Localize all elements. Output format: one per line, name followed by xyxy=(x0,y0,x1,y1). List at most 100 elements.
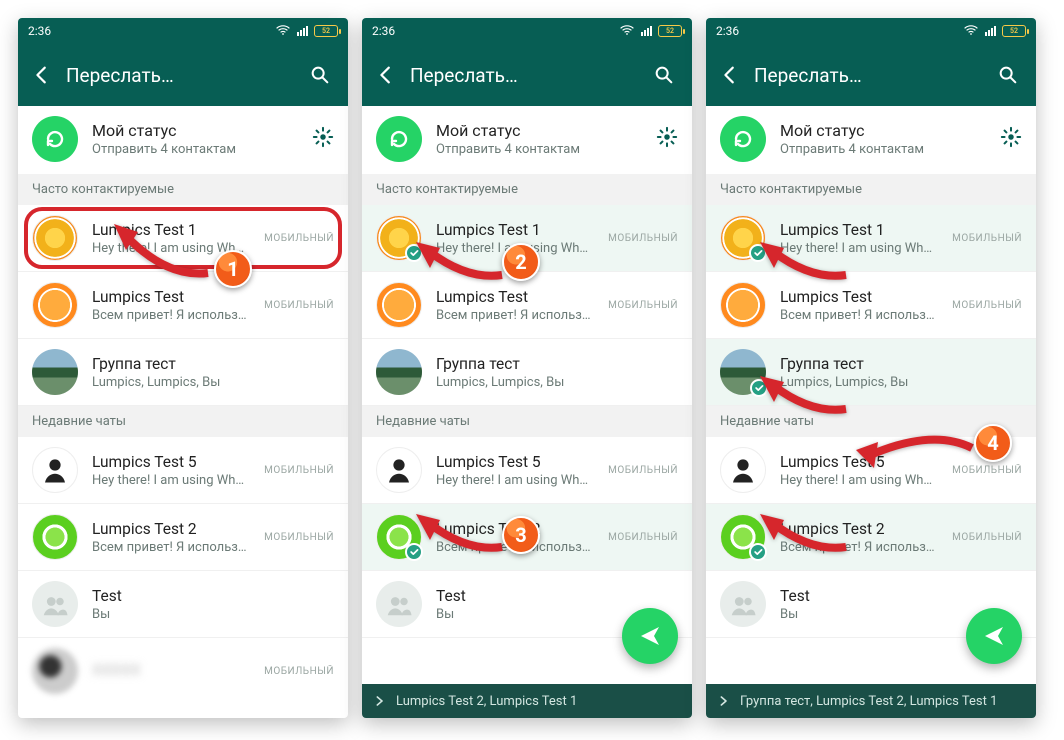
contact-name: Lumpics Test xyxy=(92,288,250,306)
section-frequent: Часто контактируемые xyxy=(706,174,1036,205)
avatar xyxy=(720,581,766,627)
avatar xyxy=(376,581,422,627)
contact-tag: МОБИЛЬНЫЙ xyxy=(952,300,1022,311)
phone-2: 2:36 52 Переслать… Мой статус Отправить … xyxy=(362,18,692,718)
contact-row-group-test[interactable]: Группа тест Lumpics, Lumpics, Вы xyxy=(362,339,692,406)
phone-3: 2:36 52 Переслать… Мой статус Отправить … xyxy=(706,18,1036,718)
contact-name: Группа тест xyxy=(780,355,1022,373)
annotation-badge-1: 1 xyxy=(214,250,252,288)
avatar xyxy=(720,447,766,493)
contact-status: Hey there! I am using WhatsApp. xyxy=(436,473,594,488)
signal-icon xyxy=(297,26,308,36)
contact-row-lumpics-test-5[interactable]: Lumpics Test 5 Hey there! I am using Wha… xyxy=(362,437,692,504)
status-title: Мой статус xyxy=(436,121,642,140)
contact-status: Lumpics, Lumpics, Вы xyxy=(92,375,334,390)
contact-tag: МОБИЛЬНЫЙ xyxy=(608,233,678,244)
status-subtitle: Отправить 4 контактам xyxy=(780,142,986,157)
chevron-right-icon xyxy=(716,693,732,709)
avatar xyxy=(32,349,78,395)
app-bar: Переслать… xyxy=(362,44,692,106)
contact-status: Всем привет! Я использую WhatsApp. xyxy=(436,308,594,323)
contact-tag: МОБИЛЬНЫЙ xyxy=(608,300,678,311)
avatar xyxy=(376,349,422,395)
my-status-row[interactable]: Мой статус Отправить 4 контактам xyxy=(362,106,692,174)
status-settings-button[interactable] xyxy=(1000,126,1022,152)
selection-text: Lumpics Test 2, Lumpics Test 1 xyxy=(396,694,577,709)
avatar xyxy=(32,648,78,694)
status-bar: 2:36 52 xyxy=(362,18,692,44)
status-settings-button[interactable] xyxy=(312,126,334,152)
annotation-arrow-3 xyxy=(412,512,512,562)
annotation-arrow-2 xyxy=(412,240,512,290)
contact-name: Lumpics Test 2 xyxy=(92,520,250,538)
status-subtitle: Отправить 4 контактам xyxy=(436,142,642,157)
contact-name: Lumpics Test 1 xyxy=(436,221,594,239)
contact-tag: МОБИЛЬНЫЙ xyxy=(264,666,334,677)
contact-status: Всем привет! Я использую WhatsApp. xyxy=(92,308,250,323)
contact-row-group-test[interactable]: Группа тест Lumpics, Lumpics, Вы xyxy=(18,339,348,406)
contact-tag: МОБИЛЬНЫЙ xyxy=(952,532,1022,543)
battery-icon: 52 xyxy=(314,25,338,37)
contact-status: Hey there! I am using WhatsApp. xyxy=(92,473,250,488)
status-subtitle: Отправить 4 контактам xyxy=(92,142,298,157)
send-fab[interactable] xyxy=(966,608,1022,664)
search-button[interactable] xyxy=(646,57,682,93)
contact-name: Lumpics Test xyxy=(436,288,594,306)
my-status-row[interactable]: Мой статус Отправить 4 контактам xyxy=(18,106,348,174)
back-button[interactable] xyxy=(24,57,60,93)
avatar xyxy=(32,282,78,328)
avatar xyxy=(32,581,78,627)
contact-status: Lumpics, Lumpics, Вы xyxy=(436,375,678,390)
send-fab[interactable] xyxy=(622,608,678,664)
annotation-arrow-4d xyxy=(852,418,982,478)
contact-name: XXXXX xyxy=(92,661,250,679)
contact-tag: МОБИЛЬНЫЙ xyxy=(264,532,334,543)
status-icon xyxy=(376,116,422,162)
contact-name: Lumpics Test 5 xyxy=(92,453,250,471)
annotation-badge-4: 4 xyxy=(974,424,1012,462)
annotation-badge-3: 3 xyxy=(502,516,540,554)
status-settings-button[interactable] xyxy=(656,126,678,152)
contact-name: Lumpics Test xyxy=(780,288,938,306)
status-bar: 2:36 52 xyxy=(18,18,348,44)
phone-1: 2:36 52 Переслать… Мой статус Отправить … xyxy=(18,18,348,718)
wifi-icon xyxy=(963,22,979,41)
selection-bar: Группа тест, Lumpics Test 2, Lumpics Tes… xyxy=(706,684,1036,718)
contact-row-lumpics-test-5[interactable]: Lumpics Test 5 Hey there! I am using Wha… xyxy=(18,437,348,504)
search-button[interactable] xyxy=(990,57,1026,93)
appbar-title: Переслать… xyxy=(60,64,302,87)
chevron-right-icon xyxy=(372,693,388,709)
statusbar-time: 2:36 xyxy=(28,24,275,38)
contact-row-lumpics-test-2[interactable]: Lumpics Test 2 Всем привет! Я использую … xyxy=(18,504,348,571)
contact-row-test[interactable]: Test Вы xyxy=(18,571,348,638)
avatar xyxy=(32,447,78,493)
contact-row-hidden[interactable]: XXXXX МОБИЛЬНЫЙ xyxy=(18,638,348,704)
annotation-arrow-4b xyxy=(756,374,856,424)
contact-tag: МОБИЛЬНЫЙ xyxy=(608,532,678,543)
battery-icon: 52 xyxy=(658,25,682,37)
back-button[interactable] xyxy=(712,57,748,93)
status-icon xyxy=(720,116,766,162)
contact-tag: МОБИЛЬНЫЙ xyxy=(264,233,334,244)
section-frequent: Часто контактируемые xyxy=(362,174,692,205)
annotation-arrow-1 xyxy=(108,218,218,288)
statusbar-time: 2:36 xyxy=(716,24,963,38)
status-icon xyxy=(32,116,78,162)
contact-name: Test xyxy=(436,587,678,605)
contact-tag: МОБИЛЬНЫЙ xyxy=(264,465,334,476)
annotation-badge-2: 2 xyxy=(502,243,540,281)
back-button[interactable] xyxy=(368,57,404,93)
section-recent: Недавние чаты xyxy=(18,406,348,437)
search-button[interactable] xyxy=(302,57,338,93)
status-title: Мой статус xyxy=(780,121,986,140)
my-status-row[interactable]: Мой статус Отправить 4 контактам xyxy=(706,106,1036,174)
avatar xyxy=(32,215,78,261)
wifi-icon xyxy=(275,22,291,41)
annotation-arrow-4a xyxy=(756,240,856,290)
contact-name: Test xyxy=(92,587,334,605)
contact-tag: МОБИЛЬНЫЙ xyxy=(264,300,334,311)
avatar xyxy=(32,514,78,560)
contact-name: Lumpics Test 5 xyxy=(436,453,594,471)
contact-tag: МОБИЛЬНЫЙ xyxy=(952,233,1022,244)
status-title: Мой статус xyxy=(92,121,298,140)
